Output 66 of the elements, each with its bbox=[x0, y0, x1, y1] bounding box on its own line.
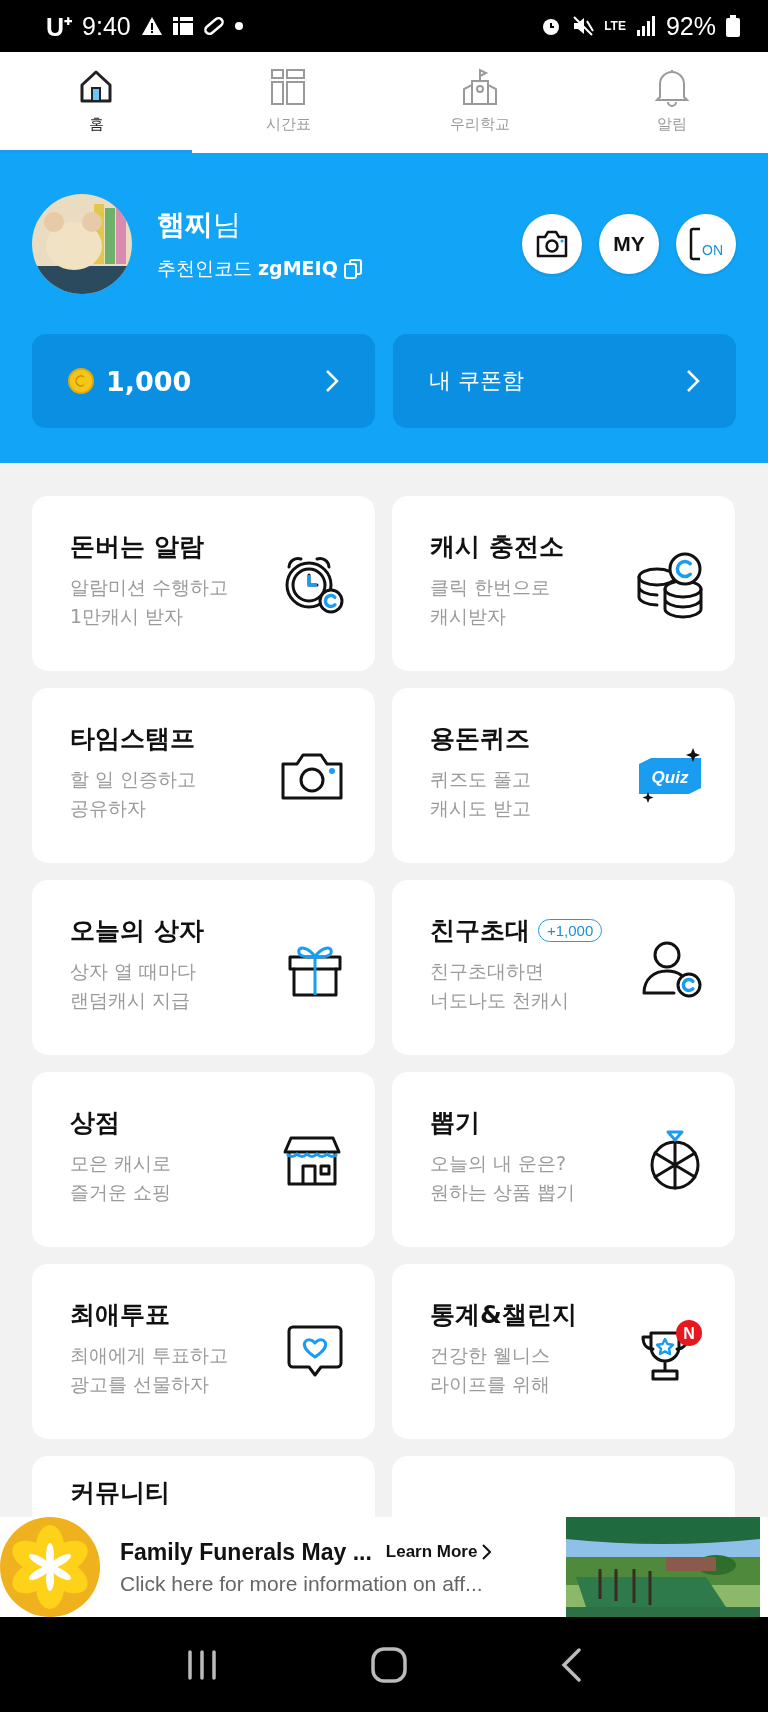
battery-icon bbox=[726, 15, 740, 37]
card-description: 건강한 웰니스 라이프를 위해 bbox=[430, 1343, 552, 1397]
card-title: 친구초대 bbox=[430, 915, 530, 947]
menu-card[interactable]: 돈버는 알람 알람미션 수행하고 1만캐시 받자 bbox=[32, 496, 375, 671]
card-title: 통계&챌린지 bbox=[430, 1299, 577, 1331]
menu-card[interactable]: 타임스탬프 할 일 인증하고 공유하자 bbox=[32, 688, 375, 863]
card-description: 상자 열 때마다 랜덤캐시 지급 bbox=[70, 959, 198, 1013]
card-title: 상점 bbox=[70, 1107, 120, 1139]
learn-more-link[interactable]: Learn More bbox=[385, 1542, 492, 1562]
card-title: 캐시 충전소 bbox=[430, 531, 564, 563]
card-description: 친구초대하면 너도나도 천캐시 bbox=[430, 959, 571, 1013]
menu-card[interactable]: 상점 모은 캐시로 즐거운 쇼핑 bbox=[32, 1072, 375, 1247]
card-title: 뽑기 bbox=[430, 1107, 480, 1139]
my-button[interactable]: MY bbox=[599, 214, 659, 274]
card-title: 타임스탬프 bbox=[70, 723, 195, 755]
ad-banner[interactable]: Family Funerals May ... Learn More Click here for more information on aff... bbox=[0, 1517, 768, 1617]
card-title: 돈버는 알람 bbox=[70, 531, 204, 563]
clock: 9:40 bbox=[82, 11, 131, 41]
card-title: 커뮤니티 bbox=[70, 1477, 170, 1509]
app-notification-icon bbox=[172, 17, 193, 35]
card-title: 오늘의 상자 bbox=[70, 915, 204, 947]
ad-title: Family Funerals May ... bbox=[120, 1538, 372, 1566]
menu-card[interactable]: 친구초대 +1,000 친구초대하면 너도나도 천캐시 bbox=[392, 880, 735, 1055]
carrier: U⁺ bbox=[46, 12, 73, 43]
menu-card[interactable]: 커뮤니티 bbox=[32, 1456, 375, 1517]
school-icon bbox=[460, 67, 500, 107]
chevron-right-icon bbox=[325, 369, 339, 393]
menu-card[interactable]: 뽑기 오늘의 내 운은? 원하는 상품 뽑기 bbox=[392, 1072, 735, 1247]
camera-icon bbox=[536, 230, 568, 258]
menu-card[interactable]: 통계&챌린지 건강한 웰니스 라이프를 위해 N bbox=[392, 1264, 735, 1439]
pill-icon bbox=[202, 15, 225, 37]
menu-card[interactable]: 캐시 충전소 클릭 한번으로 캐시받자 bbox=[392, 496, 735, 671]
card-description: 클릭 한번으로 캐시받자 bbox=[430, 575, 552, 629]
card-title: 최애투표 bbox=[70, 1299, 170, 1331]
back-icon[interactable] bbox=[559, 1647, 582, 1682]
menu-card[interactable]: 최애투표 최애에게 투표하고 광고를 선물하자 bbox=[32, 1264, 375, 1439]
user-name: 햄찌 님 bbox=[157, 207, 242, 243]
card-description: 퀴즈도 풀고 캐시도 받고 bbox=[430, 767, 533, 821]
on-button[interactable]: ON bbox=[676, 214, 736, 274]
chevron-right-icon bbox=[481, 1544, 492, 1560]
phone-outline-icon bbox=[689, 227, 701, 261]
timetable-icon bbox=[268, 67, 308, 107]
flower-logo-icon bbox=[0, 1517, 100, 1617]
card-description: 할 일 인증하고 공유하자 bbox=[70, 767, 198, 821]
card-description: 알람미션 수행하고 1만캐시 받자 bbox=[70, 575, 230, 629]
chevron-right-icon bbox=[686, 369, 700, 393]
warning-icon bbox=[140, 16, 163, 36]
referral-code: 추천인코드 zgMEIQ bbox=[157, 256, 338, 281]
coin-icon bbox=[68, 368, 94, 394]
battery-level: 92% bbox=[665, 11, 716, 41]
mute-icon bbox=[572, 15, 595, 37]
ad-text: Click here for more information on aff... bbox=[120, 1571, 484, 1596]
menu-card[interactable]: 오늘의 상자 상자 열 때마다 랜덤캐시 지급 bbox=[32, 880, 375, 1055]
recent-apps-icon[interactable] bbox=[186, 1648, 219, 1681]
camera-button[interactable] bbox=[522, 214, 582, 274]
dot-icon bbox=[234, 22, 243, 30]
home-icon[interactable] bbox=[371, 1646, 407, 1683]
copy-icon[interactable] bbox=[343, 259, 362, 279]
card-title: 용돈퀴즈 bbox=[430, 723, 530, 755]
card-description: 최애에게 투표하고 광고를 선물하자 bbox=[70, 1343, 230, 1397]
signal-icon bbox=[635, 16, 656, 36]
card-description: 모은 캐시로 즐거운 쇼핑 bbox=[70, 1151, 173, 1205]
bell-icon bbox=[652, 67, 692, 107]
network-type: LTE bbox=[604, 20, 626, 32]
menu-card[interactable]: 용돈퀴즈 퀴즈도 풀고 캐시도 받고 Quiz bbox=[392, 688, 735, 863]
card-description: 오늘의 내 운은? 원하는 상품 뽑기 bbox=[430, 1151, 577, 1205]
